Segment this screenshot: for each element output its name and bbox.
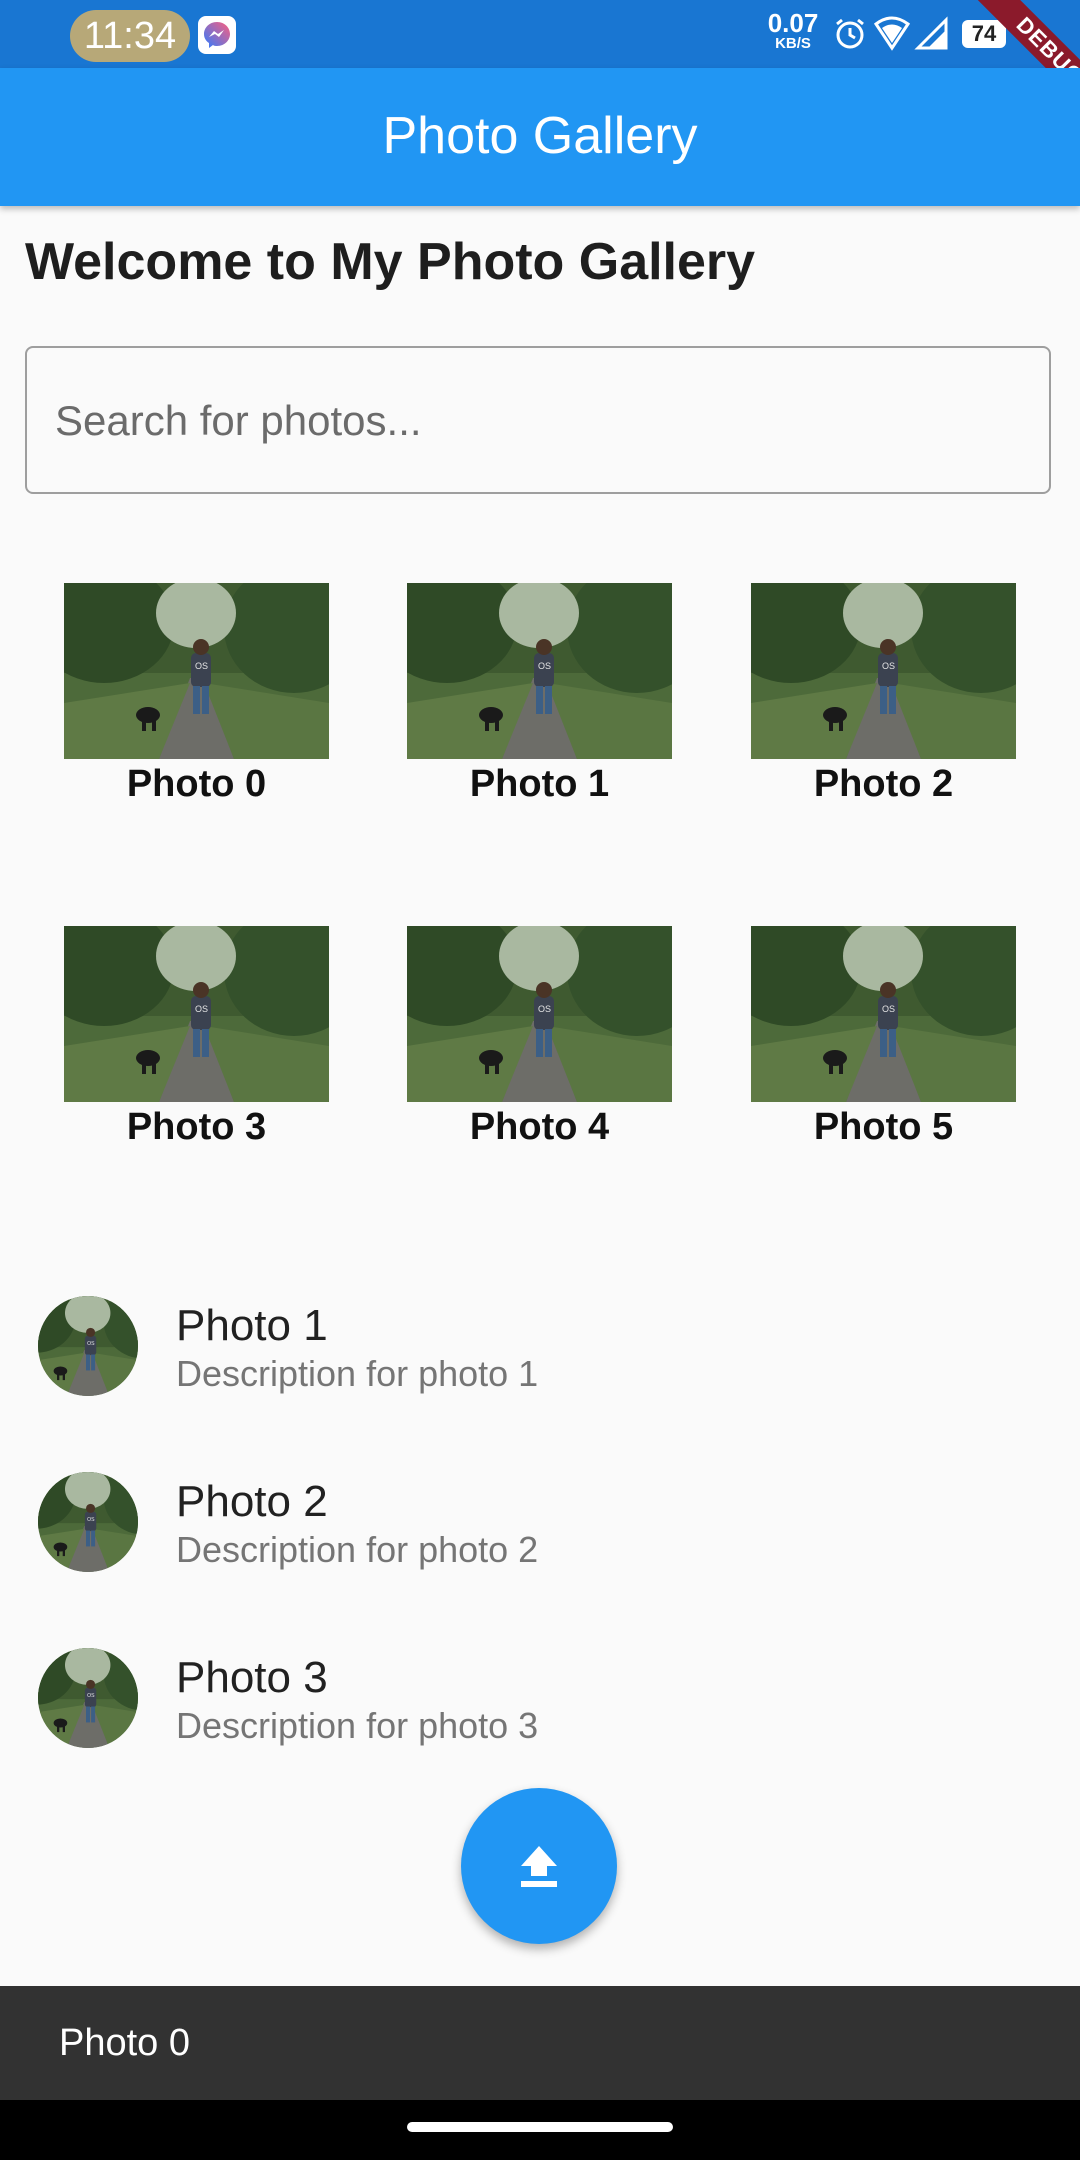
upload-button[interactable] [461,1788,617,1944]
status-bar: 11:34 0.07 KB/S 74 DEBUG [0,0,1080,154]
grid-item-label: Photo 3 [126,1106,267,1148]
grid-item[interactable]: Photo 3 [64,926,329,1150]
list-item-title: Photo 1 [176,1301,328,1350]
grid-item-label: Photo 4 [469,1106,610,1148]
net-speed-unit: KB/S [775,35,811,52]
photo-thumbnail[interactable] [407,583,672,759]
app-bar: Photo Gallery [0,68,1080,206]
signal-icon [914,16,948,50]
grid-item[interactable]: Photo 0 [64,583,329,807]
photo-thumbnail[interactable] [64,926,329,1102]
net-speed-value: 0.07 [767,8,819,38]
list-item-title: Photo 3 [176,1653,328,1702]
list-item[interactable]: Photo 2 Description for photo 2 [0,1456,1080,1616]
alarm-icon [836,18,864,49]
grid-item[interactable]: Photo 5 [751,926,1016,1150]
list-item-subtitle: Description for photo 1 [176,1353,539,1394]
list-item[interactable]: Photo 1 Description for photo 1 [0,1280,1080,1440]
list-item[interactable]: Photo 3 Description for photo 3 [0,1632,1080,1792]
page-title: Welcome to My Photo Gallery [25,233,756,291]
search-field[interactable] [25,346,1051,494]
snackbar-text: Photo 0 [59,2022,190,2064]
photo-thumbnail[interactable] [751,926,1016,1102]
wifi-icon [874,16,910,51]
list-item-subtitle: Description for photo 3 [176,1705,539,1746]
network-speed: 0.07 KB/S [758,10,828,52]
home-indicator[interactable] [407,2122,673,2132]
app-title: Photo Gallery [382,107,698,165]
upload-icon [521,1846,557,1887]
grid-item-label: Photo 1 [469,763,610,805]
system-nav-bar [0,2100,1080,2160]
grid-item[interactable]: Photo 2 [751,583,1016,807]
grid-item[interactable]: Photo 1 [407,583,672,807]
status-time: 11:34 [70,10,190,62]
list-item-subtitle: Description for photo 2 [176,1529,539,1570]
avatar [38,1648,138,1748]
grid-item-label: Photo 0 [126,763,267,805]
avatar [38,1296,138,1396]
grid-item-label: Photo 2 [813,763,954,805]
grid-item[interactable]: Photo 4 [407,926,672,1150]
messenger-icon [198,16,236,54]
snackbar: Photo 0 [0,1986,1080,2100]
photo-thumbnail[interactable] [407,926,672,1102]
photo-thumbnail[interactable] [751,583,1016,759]
photo-thumbnail[interactable] [64,583,329,759]
grid-item-label: Photo 5 [813,1106,954,1148]
list-item-title: Photo 2 [176,1477,328,1526]
search-input[interactable] [53,348,1017,494]
battery-icon: 74 [962,20,1006,48]
avatar [38,1472,138,1572]
